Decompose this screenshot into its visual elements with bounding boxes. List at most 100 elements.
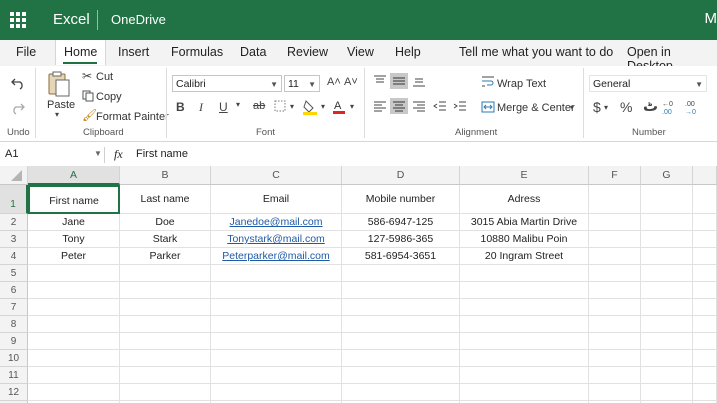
cell-e5[interactable] (460, 265, 589, 282)
cell-f9[interactable] (589, 333, 641, 350)
cell-e6[interactable] (460, 282, 589, 299)
cell-g5[interactable] (641, 265, 693, 282)
cell-g1[interactable] (641, 185, 693, 214)
cell-a12[interactable] (28, 384, 120, 401)
tab-view[interactable]: View (347, 45, 374, 59)
row-header-10[interactable]: 10 (0, 350, 28, 367)
app-name[interactable]: Excel (53, 11, 90, 28)
align-center-button[interactable] (390, 98, 408, 114)
paste-dropdown-icon[interactable]: ▾ (55, 110, 59, 119)
name-box-dropdown-icon[interactable]: ▼ (94, 149, 102, 158)
shrink-font-button[interactable]: A˅ (344, 76, 358, 88)
cell-d7[interactable] (342, 299, 460, 316)
tab-formulas[interactable]: Formulas (171, 45, 223, 59)
cell-e11[interactable] (460, 367, 589, 384)
cell-b9[interactable] (120, 333, 211, 350)
cell-h9[interactable] (693, 333, 717, 350)
paste-button[interactable]: Paste (47, 99, 75, 111)
cell-g4[interactable] (641, 248, 693, 265)
cell-h5[interactable] (693, 265, 717, 282)
fill-color-icon[interactable] (302, 99, 318, 115)
cell-f10[interactable] (589, 350, 641, 367)
cell-g2[interactable] (641, 214, 693, 231)
currency-button[interactable]: $ (593, 99, 601, 115)
cell-e10[interactable] (460, 350, 589, 367)
format-painter-icon[interactable]: 🖌 (82, 108, 97, 122)
tell-me-search[interactable]: Tell me what you want to do (459, 45, 613, 59)
cell-f2[interactable] (589, 214, 641, 231)
row-header-11[interactable]: 11 (0, 367, 28, 384)
cell-d9[interactable] (342, 333, 460, 350)
cell-d10[interactable] (342, 350, 460, 367)
cell-f11[interactable] (589, 367, 641, 384)
font-color-dropdown-icon[interactable]: ▾ (350, 102, 354, 111)
cell-c10[interactable] (211, 350, 342, 367)
cell-g6[interactable] (641, 282, 693, 299)
name-box[interactable]: A1 (5, 148, 18, 160)
cell-g3[interactable] (641, 231, 693, 248)
cell-g7[interactable] (641, 299, 693, 316)
cell-f8[interactable] (589, 316, 641, 333)
app-launcher-icon[interactable] (10, 12, 26, 28)
cell-h4[interactable] (693, 248, 717, 265)
wrap-text-icon[interactable] (481, 75, 495, 89)
align-left-icon[interactable] (373, 100, 387, 112)
undo-icon[interactable] (10, 76, 26, 90)
column-header-a[interactable]: A (28, 166, 120, 185)
row-header-7[interactable]: 7 (0, 299, 28, 316)
cell-h1[interactable] (693, 185, 717, 214)
number-format-select[interactable]: General ▼ (589, 75, 707, 92)
cell-d12[interactable] (342, 384, 460, 401)
user-avatar[interactable]: M (705, 10, 717, 27)
tab-insert[interactable]: Insert (118, 45, 149, 59)
cell-e12[interactable] (460, 384, 589, 401)
column-header-h[interactable] (693, 166, 717, 185)
cell-c12[interactable] (211, 384, 342, 401)
cell-b4[interactable]: Parker (120, 248, 211, 265)
paste-icon[interactable] (46, 70, 72, 98)
cell-a2[interactable]: Jane (28, 214, 120, 231)
copy-icon[interactable] (82, 90, 94, 102)
cell-d4[interactable]: 581-6954-3651 (342, 248, 460, 265)
cell-g9[interactable] (641, 333, 693, 350)
format-painter-button[interactable]: Format Painter (96, 111, 169, 123)
align-right-icon[interactable] (412, 100, 426, 112)
insert-function-icon[interactable]: fx (114, 147, 123, 162)
cell-g12[interactable] (641, 384, 693, 401)
cell-c2[interactable]: Janedoe@mail.com (211, 214, 342, 231)
row-header-6[interactable]: 6 (0, 282, 28, 299)
tab-review[interactable]: Review (287, 45, 328, 59)
cell-a1[interactable]: First name (28, 185, 120, 214)
cell-f4[interactable] (589, 248, 641, 265)
merge-center-icon[interactable] (481, 100, 495, 114)
cell-b5[interactable] (120, 265, 211, 282)
underline-dropdown-icon[interactable]: ▾ (236, 100, 240, 109)
cell-h3[interactable] (693, 231, 717, 248)
decrease-indent-icon[interactable] (433, 100, 447, 112)
cell-e3[interactable]: 10880 Malibu Poin (460, 231, 589, 248)
cell-g10[interactable] (641, 350, 693, 367)
cell-a5[interactable] (28, 265, 120, 282)
cell-a11[interactable] (28, 367, 120, 384)
row-header-1[interactable]: 1 (0, 185, 28, 214)
select-all-corner[interactable] (0, 166, 28, 185)
cell-e4[interactable]: 20 Ingram Street (460, 248, 589, 265)
cell-c8[interactable] (211, 316, 342, 333)
cell-d3[interactable]: 127-5986-365 (342, 231, 460, 248)
align-top-icon[interactable] (373, 75, 387, 87)
cell-b8[interactable] (120, 316, 211, 333)
increase-indent-icon[interactable] (453, 100, 467, 112)
cell-a7[interactable] (28, 299, 120, 316)
cell-h10[interactable] (693, 350, 717, 367)
cell-d6[interactable] (342, 282, 460, 299)
merge-center-button[interactable]: Merge & Center (497, 102, 575, 114)
column-header-b[interactable]: B (120, 166, 211, 185)
cell-c6[interactable] (211, 282, 342, 299)
cell-a10[interactable] (28, 350, 120, 367)
strikethrough-icon[interactable]: ab (253, 100, 265, 112)
bold-icon[interactable]: B (176, 100, 185, 114)
increase-decimal-icon[interactable]: ←0 .00 (661, 99, 677, 115)
cell-g8[interactable] (641, 316, 693, 333)
tab-file[interactable]: File (16, 45, 36, 59)
cell-a8[interactable] (28, 316, 120, 333)
